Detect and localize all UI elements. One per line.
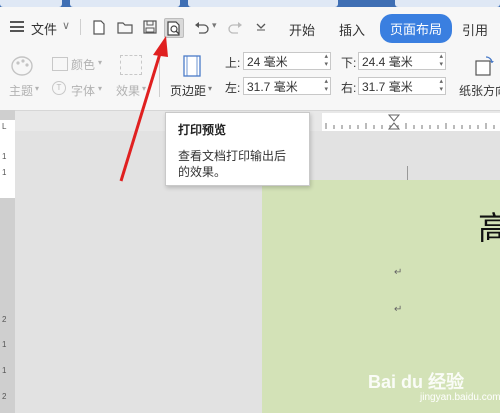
annotation-arrow bbox=[119, 36, 168, 182]
watermark-url: jingyan.baidu.com bbox=[420, 392, 500, 403]
baidu-watermark: Bai du 经验 bbox=[368, 372, 465, 392]
